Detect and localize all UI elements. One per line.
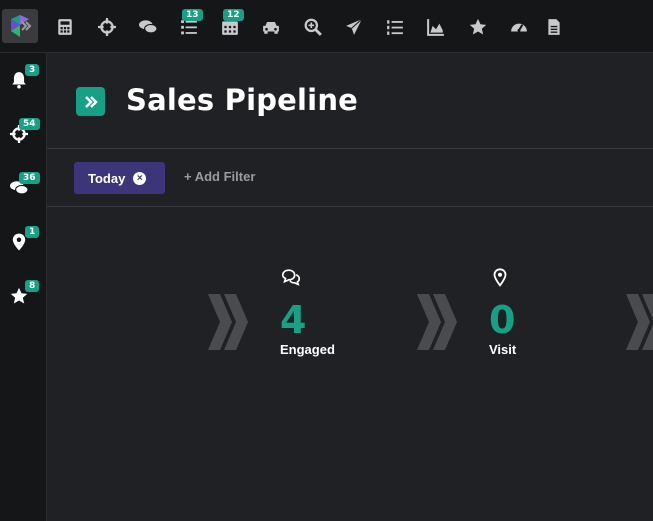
stage-visit[interactable]: 0 Visit: [489, 267, 516, 357]
stage-count: 0: [489, 298, 516, 342]
crosshairs-icon: [98, 18, 116, 36]
stage-label: Engaged: [280, 342, 335, 357]
calculator-button[interactable]: [52, 14, 78, 40]
stage-engaged[interactable]: 4 Engaged: [280, 267, 335, 357]
dashboard-button[interactable]: [506, 14, 532, 40]
favorites-badge: 8: [25, 280, 40, 292]
ordered-list-button[interactable]: [382, 14, 408, 40]
star-icon: [469, 18, 487, 35]
car-icon: [263, 21, 279, 34]
conversations-badge: 36: [19, 172, 40, 184]
chart-area-icon: [427, 19, 444, 36]
chart-button[interactable]: [423, 14, 449, 40]
list-ol-icon: [387, 20, 403, 35]
tachometer-icon: [511, 23, 527, 32]
filter-bar: Today × + Add Filter: [47, 150, 653, 207]
sidebar-item-notifications[interactable]: 3: [6, 64, 40, 93]
page-title: Sales Pipeline: [126, 83, 359, 117]
close-icon[interactable]: ×: [133, 171, 147, 185]
map-marker-icon: [493, 268, 507, 287]
sidebar-item-visits[interactable]: 1: [6, 226, 40, 255]
sidebar-item-favorites[interactable]: 8: [6, 280, 40, 309]
page-icon: [76, 87, 105, 116]
calendar-button[interactable]: 12: [217, 9, 244, 40]
pipeline-stages: 4 Engaged 0 Visit: [47, 207, 653, 521]
search-plus-icon: [304, 18, 322, 36]
double-chevron-right-icon: [84, 95, 98, 108]
chevron-right-icon: [626, 294, 653, 350]
comments-icon: [281, 269, 301, 286]
stage-label: Visit: [489, 342, 517, 357]
page-header: Sales Pipeline: [47, 53, 653, 149]
logo-icon: [11, 15, 32, 37]
stage-count: 4: [280, 298, 307, 342]
list-button[interactable]: 13: [176, 9, 203, 40]
filter-chip-today[interactable]: Today ×: [74, 162, 165, 194]
crosshairs-button[interactable]: [94, 14, 120, 40]
favorites-button[interactable]: [465, 14, 491, 40]
chevron-right-icon: [208, 294, 248, 350]
calendar-badge: 12: [223, 9, 244, 21]
main-content: Sales Pipeline Today × + Add Filter 4 En…: [47, 53, 653, 521]
notifications-badge: 3: [25, 64, 40, 76]
car-button[interactable]: [258, 14, 284, 40]
filter-chip-label: Today: [88, 170, 126, 186]
comments-icon: [139, 20, 157, 34]
calculator-icon: [58, 19, 72, 35]
send-button[interactable]: [341, 14, 367, 40]
sidebar-item-targets[interactable]: 54: [6, 118, 40, 147]
list-badge: 13: [182, 9, 203, 21]
file-icon: [548, 19, 560, 35]
sidebar-item-conversations[interactable]: 36: [6, 172, 40, 201]
document-button[interactable]: [541, 14, 567, 40]
visits-badge: 1: [25, 226, 40, 238]
comments-button[interactable]: [135, 14, 161, 40]
chevron-right-icon: [417, 294, 457, 350]
left-sidebar: 3 54 36 1 8: [0, 53, 47, 521]
add-filter-button[interactable]: + Add Filter: [184, 169, 255, 184]
targets-badge: 54: [19, 118, 40, 130]
app-logo[interactable]: [2, 9, 38, 43]
paper-plane-icon: [346, 18, 363, 35]
zoom-button[interactable]: [300, 14, 326, 40]
top-toolbar: 13 12: [0, 0, 653, 53]
